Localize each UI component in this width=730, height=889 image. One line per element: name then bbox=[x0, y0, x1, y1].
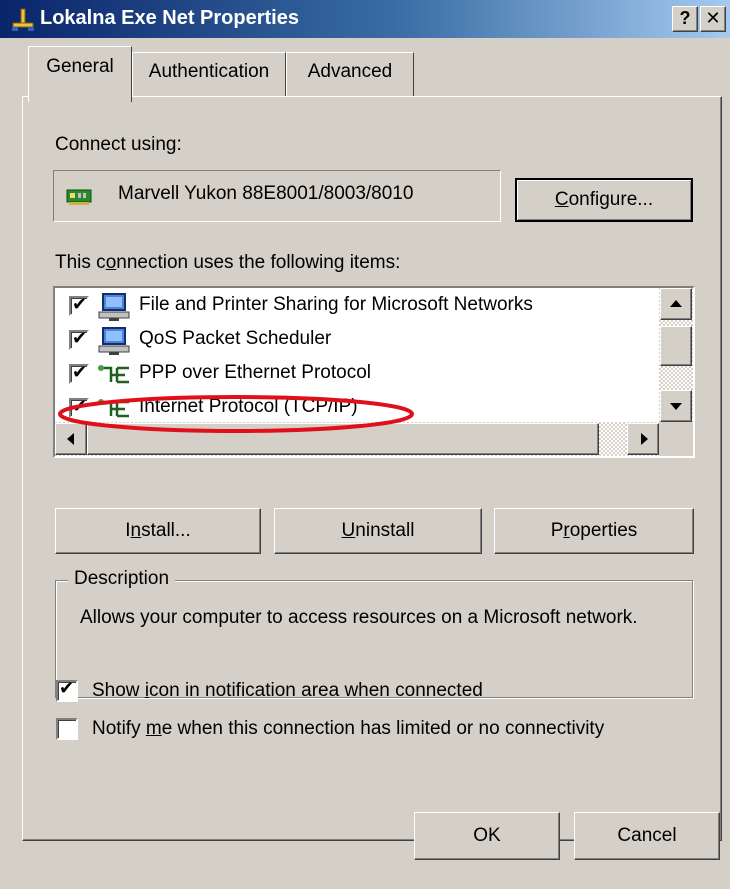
item-label: Internet Protocol (TCP/IP) bbox=[139, 396, 358, 417]
adapter-field: Marvell Yukon 88E8001/8003/8010 bbox=[53, 170, 501, 222]
list-item[interactable]: ✔ File and Printer Sharing for Microsoft… bbox=[59, 290, 655, 322]
notify-checkbox[interactable] bbox=[56, 718, 78, 740]
item-label: File and Printer Sharing for Microsoft N… bbox=[139, 294, 533, 315]
network-adapter-icon bbox=[66, 189, 92, 205]
network-connection-icon bbox=[12, 8, 34, 31]
arrow-up-icon bbox=[670, 300, 682, 307]
protocol-icon bbox=[98, 399, 129, 418]
item-checkbox[interactable]: ✔ bbox=[69, 328, 89, 350]
connect-using-label: Connect using: bbox=[55, 134, 182, 155]
network-computer-icon bbox=[98, 293, 130, 321]
window-title: Lokalna Exe Net Properties bbox=[40, 7, 299, 29]
item-label: PPP over Ethernet Protocol bbox=[139, 362, 371, 383]
properties-button[interactable]: Properties bbox=[494, 508, 694, 554]
list-item[interactable]: ✔ PPP over Ethernet Protocol bbox=[59, 358, 655, 390]
network-computer-icon bbox=[98, 327, 130, 355]
cancel-button[interactable]: Cancel bbox=[574, 812, 720, 860]
vertical-scrollbar[interactable] bbox=[659, 288, 693, 422]
scroll-down-button[interactable] bbox=[660, 390, 692, 422]
scroll-corner bbox=[659, 422, 693, 456]
scroll-hthumb[interactable] bbox=[87, 423, 599, 455]
adapter-name: Marvell Yukon 88E8001/8003/8010 bbox=[118, 183, 414, 204]
help-button[interactable]: ? bbox=[672, 6, 698, 32]
scroll-right-button[interactable] bbox=[627, 423, 659, 455]
items-label: This connection uses the following items… bbox=[55, 252, 401, 273]
uninstall-button[interactable]: Uninstall bbox=[274, 508, 482, 554]
arrow-left-icon bbox=[67, 433, 74, 445]
dialog-body: General Authentication Advanced Connect … bbox=[0, 38, 730, 889]
horizontal-scrollbar[interactable] bbox=[55, 422, 659, 456]
arrow-right-icon bbox=[641, 433, 648, 445]
scroll-up-button[interactable] bbox=[660, 288, 692, 320]
close-button[interactable]: ✕ bbox=[700, 6, 726, 32]
install-button[interactable]: Install... bbox=[55, 508, 261, 554]
title-bar[interactable]: Lokalna Exe Net Properties ? ✕ bbox=[0, 0, 730, 38]
item-checkbox[interactable]: ✔ bbox=[69, 396, 89, 418]
list-item[interactable]: ✔ QoS Packet Scheduler bbox=[59, 324, 655, 356]
item-checkbox[interactable]: ✔ bbox=[69, 294, 89, 316]
arrow-down-icon bbox=[670, 403, 682, 410]
configure-button[interactable]: Configure... bbox=[515, 178, 693, 222]
item-checkbox[interactable]: ✔ bbox=[69, 362, 89, 384]
item-label: QoS Packet Scheduler bbox=[139, 328, 332, 349]
show-icon-label: Show icon in notification area when conn… bbox=[92, 680, 483, 701]
ok-button[interactable]: OK bbox=[414, 812, 560, 860]
list-item[interactable]: ✔ Internet Protocol (TCP/IP) bbox=[59, 392, 655, 424]
protocol-icon bbox=[98, 365, 129, 384]
scroll-left-button[interactable] bbox=[55, 423, 87, 455]
scroll-thumb[interactable] bbox=[660, 326, 692, 366]
description-title: Description bbox=[68, 568, 176, 590]
notify-label: Notify me when this connection has limit… bbox=[92, 718, 605, 739]
show-icon-checkbox[interactable]: ✔ bbox=[56, 678, 78, 702]
description-text: Allows your computer to access resources… bbox=[80, 607, 638, 628]
components-list[interactable]: ✔ File and Printer Sharing for Microsoft… bbox=[53, 286, 695, 458]
